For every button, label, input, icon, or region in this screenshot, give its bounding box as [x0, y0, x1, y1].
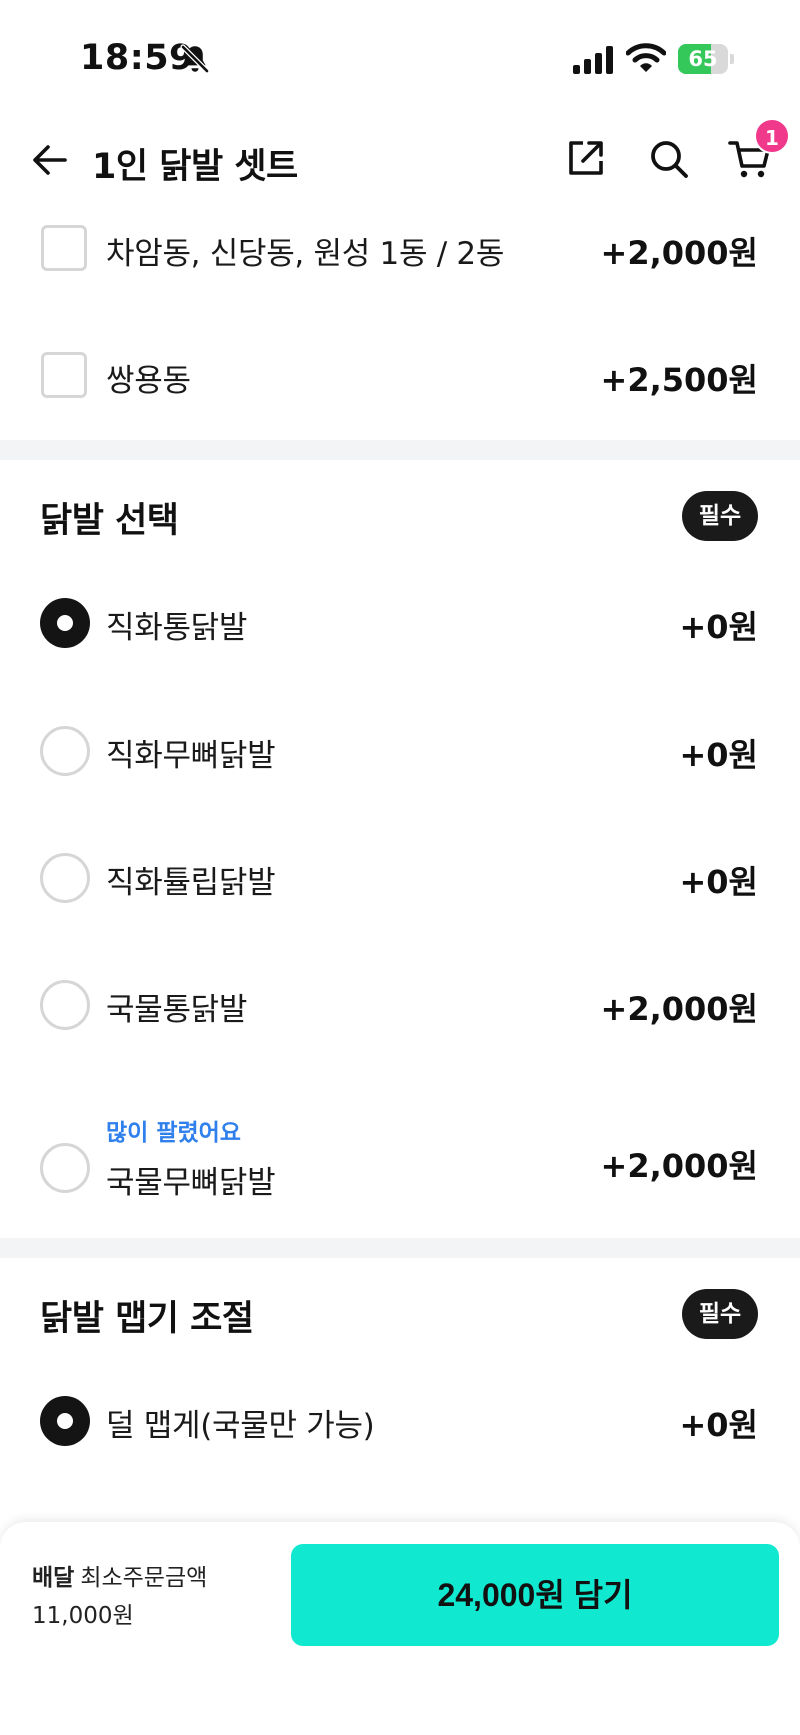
search-icon[interactable] [648, 138, 690, 180]
section-title-spice-level: 닭발 맵기 조절 [40, 1299, 254, 1339]
back-arrow-icon[interactable] [30, 140, 70, 180]
radio-button[interactable] [40, 1143, 90, 1193]
option-label: 직화통닭발 [106, 610, 248, 646]
option-label: 직화무뼈닭발 [106, 738, 276, 774]
delivery-label: 배달 [32, 1565, 75, 1591]
page-header: 1인 닭발 셋트 1 [0, 118, 800, 218]
share-icon[interactable] [566, 138, 606, 178]
status-bar: 18:59 65 [0, 0, 800, 118]
radio-button[interactable] [40, 726, 90, 776]
option-price: +0원 [679, 736, 758, 774]
option-row-feet-5[interactable]: 많이 팔렸어요 국물무뼈닭발 +2,000원 [0, 1113, 800, 1223]
add-to-cart-button[interactable]: 24,000원 담기 [291, 1544, 779, 1646]
section-divider [0, 1238, 800, 1258]
option-row-feet-3[interactable]: 직화튤립닭발 +0원 [0, 837, 800, 917]
cart-count-badge: 1 [754, 118, 790, 154]
radio-button-selected[interactable] [40, 598, 90, 648]
min-order-info: 배달 최소주문금액 [32, 1558, 207, 1592]
option-label: 국물무뼈닭발 [106, 1165, 276, 1201]
option-price: +0원 [679, 608, 758, 646]
option-price: +2,000원 [600, 1147, 758, 1185]
radio-button[interactable] [40, 980, 90, 1030]
option-row-feet-4[interactable]: 국물통닭발 +2,000원 [0, 964, 800, 1044]
wifi-icon [626, 43, 666, 72]
option-row-feet-1[interactable]: 직화통닭발 +0원 [0, 582, 800, 662]
option-price: +2,000원 [600, 990, 758, 1028]
battery-percent: 65 [688, 47, 718, 71]
option-row-spice-1[interactable]: 덜 맵게(국물만 가능) +0원 [0, 1380, 800, 1460]
option-label: 직화튤립닭발 [106, 865, 276, 901]
popular-tag: 많이 팔렸어요 [106, 1120, 241, 1146]
option-price: +2,500원 [600, 361, 758, 399]
option-price: +2,000원 [600, 234, 758, 272]
option-label: 차암동, 신당동, 원성 1동 / 2동 [106, 236, 505, 272]
required-badge: 필수 [682, 491, 758, 541]
bottom-order-bar: 배달 최소주문금액 11,000원 24,000원 담기 [0, 1522, 800, 1735]
radio-button[interactable] [40, 853, 90, 903]
option-label: 덜 맵게(국물만 가능) [106, 1408, 375, 1444]
page-title: 1인 닭발 셋트 [92, 147, 298, 187]
section-divider [0, 440, 800, 460]
status-time: 18:59 [80, 38, 194, 78]
option-row-delivery-area-2[interactable]: 쌍용동 +2,500원 [0, 335, 800, 415]
battery-charging-icon: 65 [678, 44, 734, 74]
option-label: 국물통닭발 [106, 992, 248, 1028]
option-row-feet-2[interactable]: 직화무뼈닭발 +0원 [0, 710, 800, 790]
option-price: +0원 [679, 863, 758, 901]
min-order-amount: 11,000원 [32, 1603, 134, 1629]
section-title-feet-select: 닭발 선택 [40, 501, 179, 541]
radio-button-selected[interactable] [40, 1396, 90, 1446]
option-row-delivery-area-1[interactable]: 차암동, 신당동, 원성 1동 / 2동 +2,000원 [0, 208, 800, 288]
checkbox[interactable] [41, 352, 87, 398]
required-badge: 필수 [682, 1289, 758, 1339]
option-label: 쌍용동 [106, 363, 191, 399]
bell-slash-icon [180, 44, 210, 74]
signal-icon [573, 46, 613, 74]
option-price: +0원 [679, 1406, 758, 1444]
checkbox[interactable] [41, 225, 87, 271]
min-order-label: 최소주문금액 [80, 1565, 208, 1591]
